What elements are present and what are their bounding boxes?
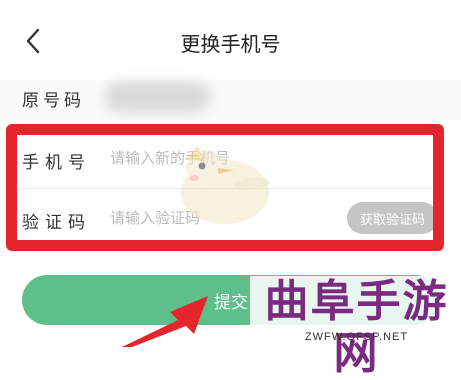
original-number-value-blurred bbox=[105, 82, 210, 112]
page-title: 更换手机号 bbox=[180, 32, 281, 56]
highlight-box bbox=[6, 124, 444, 251]
original-number-label: 原号码 bbox=[22, 91, 85, 111]
watermark-title: 曲阜手游网 bbox=[264, 276, 449, 379]
arrow-icon bbox=[120, 290, 230, 347]
watermark-url: ZWFW.QFSP.NET bbox=[304, 331, 409, 343]
